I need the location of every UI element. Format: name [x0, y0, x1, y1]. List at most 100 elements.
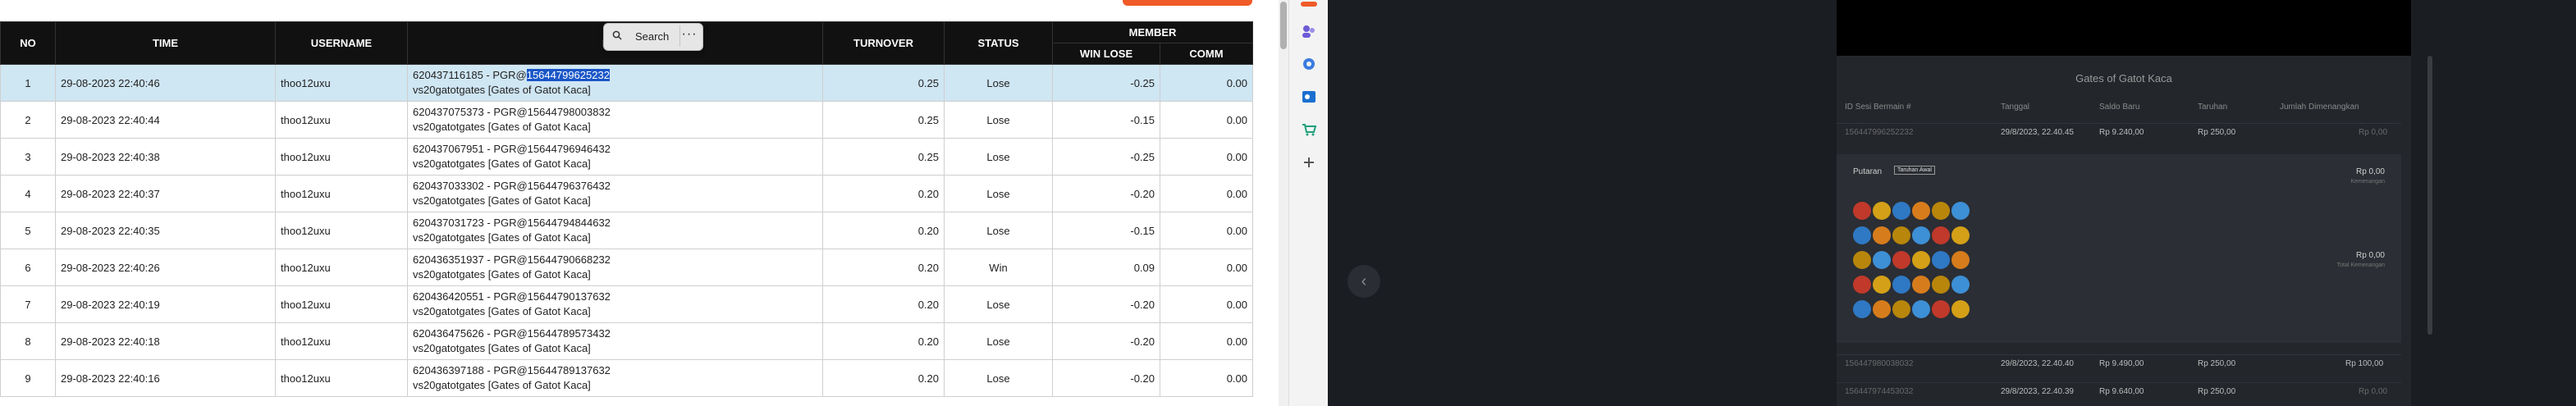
cell-info: 620437033302 - PGR@15644796376432 vs20gat… — [407, 175, 823, 212]
info-game-name: vs20gatotgates [Gates of Gatot Kaca] — [413, 157, 591, 170]
header-time[interactable]: TIME — [55, 21, 276, 65]
search-label[interactable]: Search — [635, 30, 669, 43]
row-id: 156447996252232 — [1845, 128, 1914, 137]
action-button[interactable] — [1123, 0, 1252, 6]
cell-info: 620437075373 - PGR@15644798003832 vs20gat… — [407, 101, 823, 139]
cell-win-lose: 0.09 — [1052, 249, 1160, 286]
reel-symbol-icon — [1951, 226, 1970, 244]
header-no[interactable]: NO — [0, 21, 56, 65]
info-game-name: vs20gatotgates [Gates of Gatot Kaca] — [413, 121, 591, 133]
cell-info: 620437031723 - PGR@15644794844632 vs20gat… — [407, 212, 823, 249]
cell-comm: 0.00 — [1160, 175, 1253, 212]
cell-status: Win — [944, 249, 1053, 286]
cell-turnover: 0.25 — [822, 64, 945, 102]
header-username[interactable]: USERNAME — [275, 21, 408, 65]
info-game-ref: 620437075373 - PGR@15644798003832 — [413, 106, 611, 118]
header-status[interactable]: STATUS — [944, 21, 1053, 65]
cell-turnover: 0.20 — [822, 322, 945, 360]
cell-time: 29-08-2023 22:40:19 — [55, 285, 276, 323]
table-row[interactable]: 7 29-08-2023 22:40:19 thoo12uxu 62043642055… — [0, 285, 1253, 323]
col-bet: Taruhan — [2198, 103, 2228, 112]
report-page: NO TIME USERNAME INFO TURNOVER STATUS ME… — [0, 0, 1280, 406]
cell-comm: 0.00 — [1160, 249, 1253, 286]
cell-status: Lose — [944, 212, 1053, 249]
reel-symbol-icon — [1892, 202, 1910, 220]
reel-symbol-icon — [1892, 276, 1910, 294]
spin-label: Putaran — [1853, 167, 1883, 176]
cell-username: thoo12uxu — [275, 101, 408, 139]
cell-status: Lose — [944, 322, 1053, 360]
reel-symbol-icon — [1853, 226, 1871, 244]
table-row[interactable]: 4 29-08-2023 22:40:37 thoo12uxu 62043703330… — [0, 175, 1253, 212]
reel-symbol-icon — [1912, 202, 1930, 220]
cell-username: thoo12uxu — [275, 359, 408, 397]
cart-icon[interactable] — [1301, 121, 1317, 138]
app-icon[interactable] — [1301, 2, 1317, 7]
col-balance: Saldo Baru — [2099, 103, 2140, 112]
history-panel: Gates of Gatot Kaca ID Sesi Bermain # Ta… — [1837, 0, 2411, 406]
reel-symbol-icon — [1951, 276, 1970, 294]
info-game-name: vs20gatotgates [Gates of Gatot Kaca] — [413, 84, 591, 96]
people-icon[interactable] — [1301, 23, 1317, 39]
panel-scrollbar[interactable] — [2427, 56, 2432, 335]
row-won: Rp 100,00 — [2345, 359, 2384, 368]
reel-symbol-icon — [1912, 251, 1930, 269]
table-row[interactable]: 2 29-08-2023 22:40:44 thoo12uxu 62043707537… — [0, 101, 1253, 139]
cell-turnover: 0.20 — [822, 175, 945, 212]
history-row[interactable]: 156447974453032 29/8/2023, 22.40.39 Rp 9… — [1837, 382, 2401, 401]
table-row[interactable]: 3 29-08-2023 22:40:38 thoo12uxu 62043706795… — [0, 138, 1253, 176]
cell-win-lose: -0.25 — [1052, 138, 1160, 176]
cell-username: thoo12uxu — [275, 249, 408, 286]
reel-symbol-icon — [1873, 276, 1891, 294]
cell-info: 620436397188 - PGR@15644789137632 vs20gat… — [407, 359, 823, 397]
cell-turnover: 0.25 — [822, 101, 945, 139]
table-row[interactable]: 8 29-08-2023 22:40:18 thoo12uxu 62043647562… — [0, 322, 1253, 360]
cell-comm: 0.00 — [1160, 64, 1253, 102]
table-row[interactable]: 9 29-08-2023 22:40:16 thoo12uxu 62043639718… — [0, 359, 1253, 397]
cell-no: 6 — [0, 249, 56, 286]
cell-username: thoo12uxu — [275, 212, 408, 249]
reel-symbol-icon — [1912, 300, 1930, 318]
chevron-left-icon[interactable]: ‹ — [1347, 265, 1380, 298]
reel-symbol-icon — [1892, 300, 1910, 318]
left-scrollbar[interactable] — [1279, 0, 1288, 406]
table-row[interactable]: 6 29-08-2023 22:40:26 thoo12uxu 62043635193… — [0, 249, 1253, 286]
header-win-lose[interactable]: WIN LOSE — [1052, 43, 1160, 65]
cell-comm: 0.00 — [1160, 101, 1253, 139]
info-game-name: vs20gatotgates [Gates of Gatot Kaca] — [413, 379, 591, 391]
history-row[interactable]: 156447996252232 29/8/2023, 22.40.45 Rp 9… — [1837, 123, 2401, 142]
cell-turnover: 0.20 — [822, 285, 945, 323]
cell-status: Lose — [944, 359, 1053, 397]
reel-symbol-icon — [1951, 202, 1970, 220]
cell-username: thoo12uxu — [275, 175, 408, 212]
info-game-ref: 620436475626 - PGR@15644789573432 — [413, 327, 611, 340]
plus-icon[interactable] — [1301, 154, 1317, 171]
table-row[interactable]: 5 29-08-2023 22:40:35 thoo12uxu 62043703172… — [0, 212, 1253, 249]
scrollbar-thumb[interactable] — [1280, 2, 1287, 49]
cell-turnover: 0.20 — [822, 212, 945, 249]
transaction-table: NO TIME USERNAME INFO TURNOVER STATUS ME… — [0, 21, 1253, 397]
header-member: MEMBER — [1052, 21, 1253, 43]
cell-no: 4 — [0, 175, 56, 212]
win-amount-label: Kemenangan — [2350, 179, 2385, 185]
cell-win-lose: -0.20 — [1052, 285, 1160, 323]
reel-symbol-icon — [1873, 251, 1891, 269]
reel-symbol-icon — [1853, 202, 1871, 220]
info-game-ref: 620436351937 - PGR@15644790668232 — [413, 253, 611, 266]
selected-text[interactable]: 15644799625232 — [526, 69, 610, 81]
history-row[interactable]: 156447980038032 29/8/2023, 22.40.40 Rp 9… — [1837, 354, 2401, 373]
outlook-icon[interactable] — [1301, 89, 1317, 105]
row-date: 29/8/2023, 22.40.40 — [2001, 359, 2074, 368]
header-turnover[interactable]: TURNOVER — [822, 21, 945, 65]
search-icon[interactable] — [612, 30, 622, 40]
total-win-amount: Rp 0,00 — [2355, 251, 2385, 260]
header-comm[interactable]: COMM — [1160, 43, 1253, 65]
cell-no: 9 — [0, 359, 56, 397]
more-icon[interactable]: ··· — [679, 25, 698, 47]
gear-icon[interactable] — [1301, 56, 1317, 72]
info-game-ref: 620437033302 - PGR@15644796376432 — [413, 180, 611, 192]
table-row[interactable]: 1 29-08-2023 22:40:46 thoo12uxu 62043711618… — [0, 64, 1253, 102]
cell-status: Lose — [944, 64, 1053, 102]
cell-username: thoo12uxu — [275, 285, 408, 323]
cell-comm: 0.00 — [1160, 212, 1253, 249]
